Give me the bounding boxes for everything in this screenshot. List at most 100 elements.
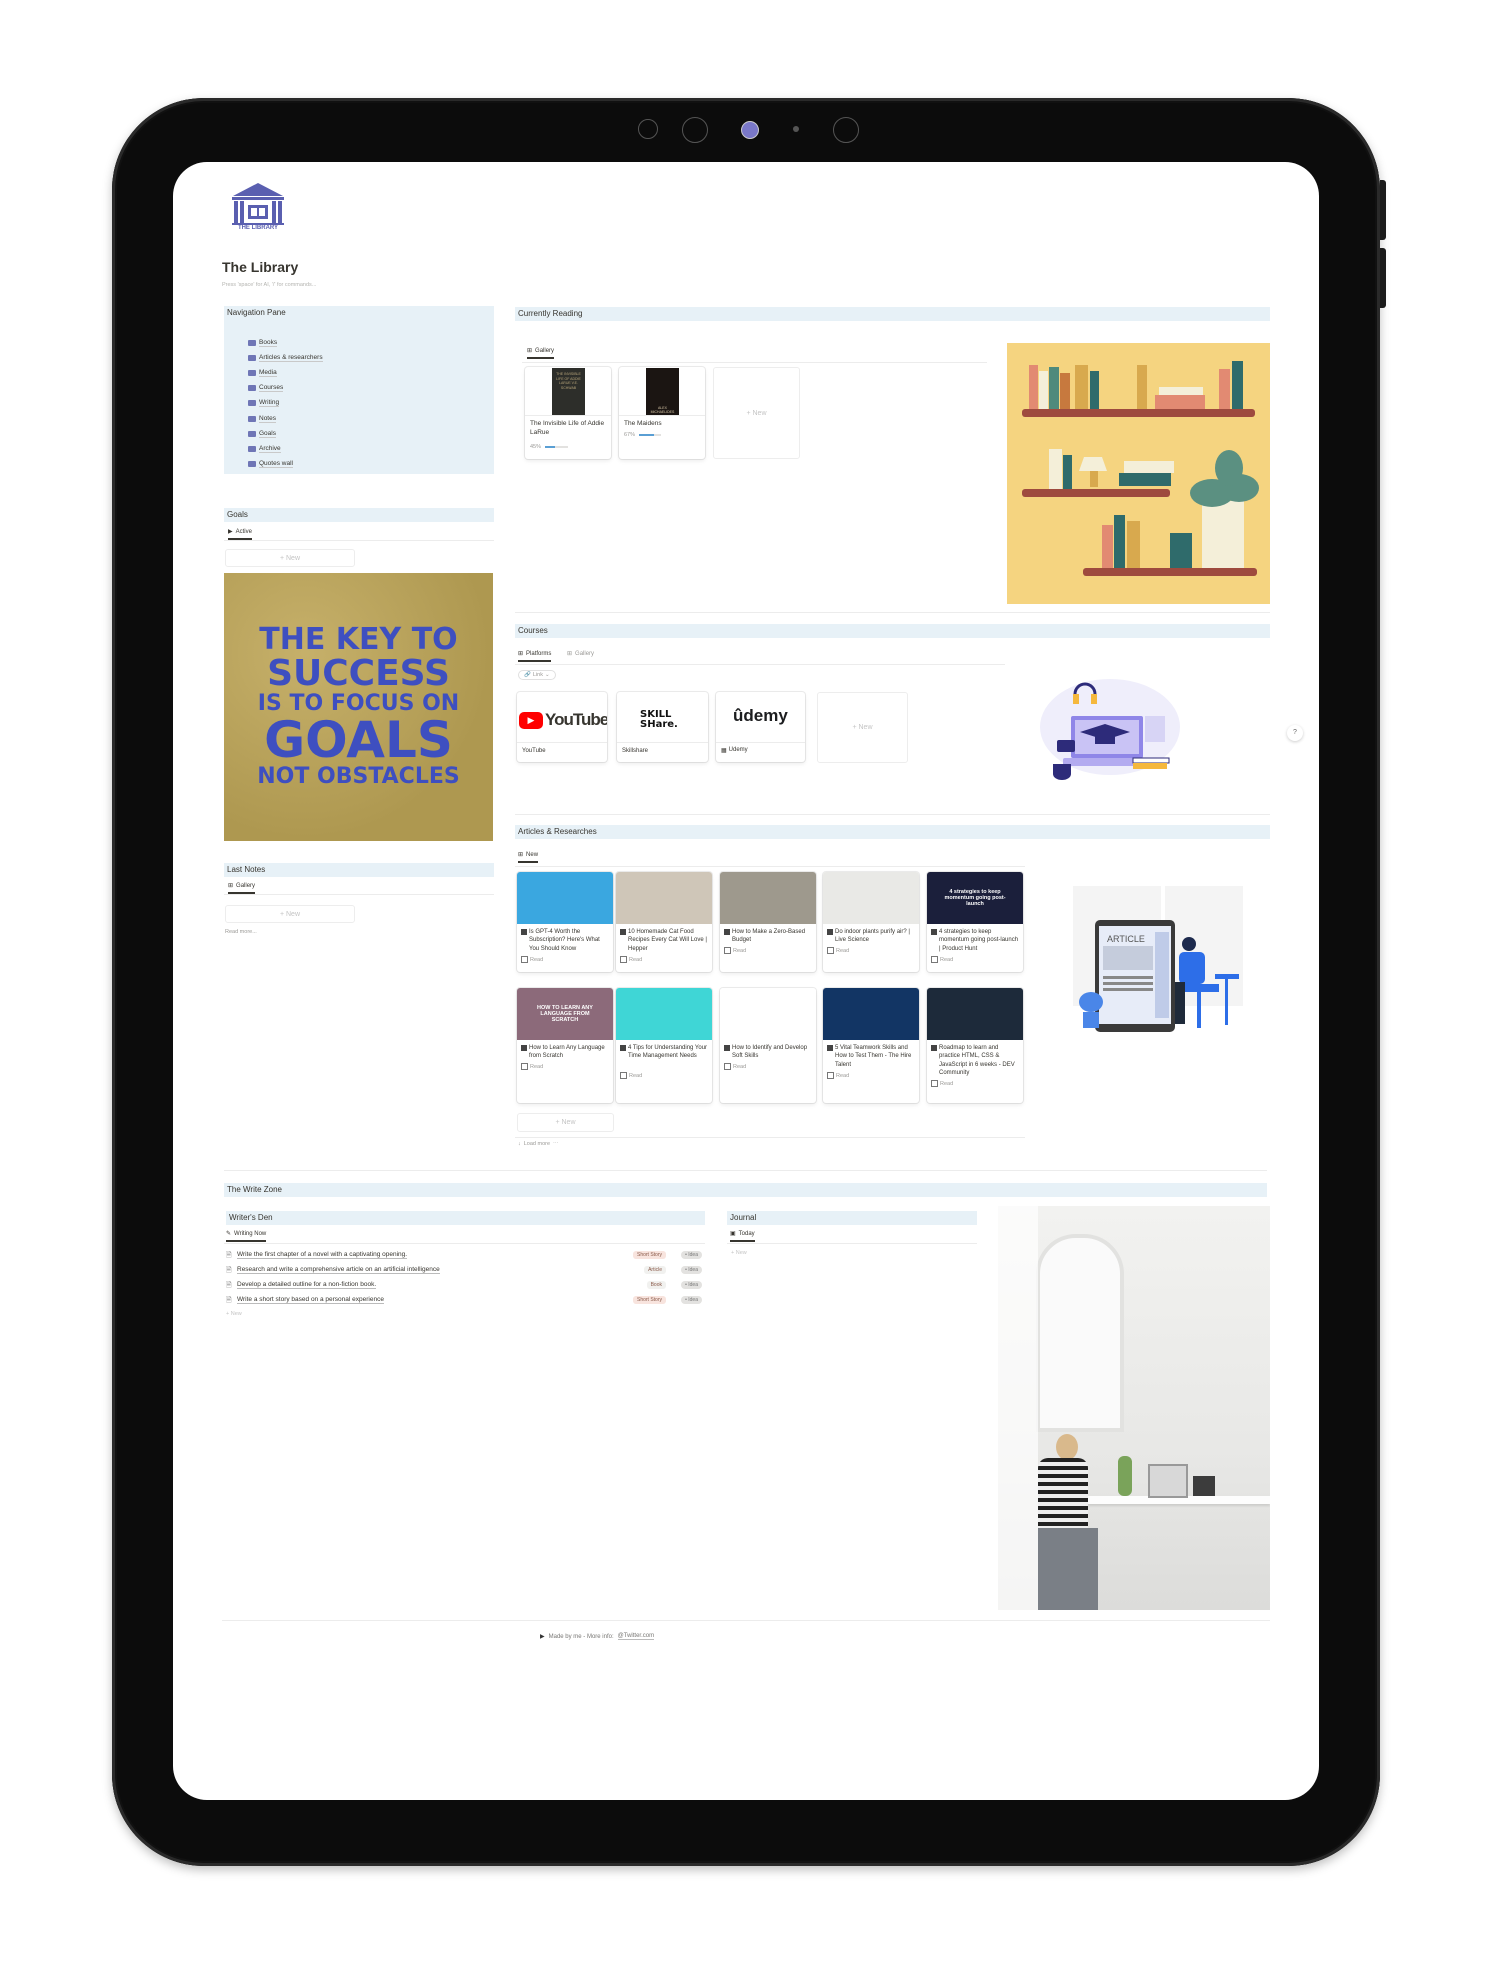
article-card[interactable]: 4 Tips for Understanding Your Time Manag… [616, 988, 712, 1103]
tab-last-notes-gallery[interactable]: ⊞ Gallery [228, 882, 256, 894]
tab-goals-active[interactable]: ▶ Active [228, 528, 252, 540]
play-icon: ▶ [519, 711, 543, 729]
course-card-skillshare[interactable]: SKILL SHare. Skillshare [617, 692, 708, 762]
status-label: Idea [688, 1267, 698, 1273]
volume-up-button [1380, 180, 1386, 240]
row-title[interactable]: Write the first chapter of a novel with … [237, 1251, 408, 1259]
sidebar-item-notes[interactable]: Notes [248, 415, 276, 423]
courses-new-button[interactable]: + New [817, 692, 908, 763]
progress-bar [545, 446, 568, 448]
tab-courses-gallery[interactable]: ⊞ Gallery [567, 650, 594, 662]
tab-articles-new[interactable]: ⊞ New [518, 851, 539, 863]
divider [727, 1243, 977, 1244]
courses-icon [248, 385, 256, 392]
course-card-udemy[interactable]: ûdemy ▦ Udemy [716, 692, 805, 762]
read-checkbox[interactable]: Read [724, 1063, 746, 1070]
nav-item-label: Quotes wall [259, 459, 293, 468]
online-course-illustration [1035, 672, 1185, 782]
checkbox-icon [521, 955, 528, 963]
writers-den-new-button[interactable]: + New [226, 1311, 242, 1317]
articles-new-button[interactable]: + New [517, 1113, 614, 1132]
quote-line: THE KEY TO [259, 622, 458, 658]
arrow-down-icon: ↓ [518, 1141, 521, 1147]
table-row[interactable]: 🗎 Write a short story based on a personal… [226, 1295, 704, 1307]
table-row[interactable]: 🗎 Develop a detailed outline for a non-fi… [226, 1280, 704, 1292]
row-title[interactable]: Research and write a comprehensive artic… [237, 1266, 440, 1274]
sidebar-item-goals[interactable]: Goals [248, 430, 276, 438]
divider [224, 1170, 1267, 1171]
sidebar-item-archive[interactable]: Archive [248, 445, 281, 453]
tab-journal-today[interactable]: ▣ Today [730, 1230, 755, 1242]
link-filter-button[interactable]: 🔗 Link ⌄ [518, 670, 556, 680]
read-checkbox[interactable]: Read [521, 955, 543, 963]
read-checkbox[interactable]: Read [827, 1071, 849, 1079]
favicon-icon [724, 929, 730, 935]
read-checkbox[interactable]: Read [827, 947, 849, 954]
journal-new-button[interactable]: + New [731, 1250, 747, 1256]
article-card[interactable]: Roadmap to learn and practice HTML, CSS … [927, 988, 1023, 1103]
tab-courses-platforms[interactable]: ⊞ Platforms [518, 650, 552, 662]
read-checkbox[interactable]: Read [620, 1071, 642, 1079]
read-checkbox[interactable]: Read [931, 1080, 953, 1087]
articles-header: Articles & Researches [515, 825, 1270, 839]
article-card[interactable]: 5 Vital Teamwork Skills and How to Test … [823, 988, 919, 1103]
article-title: 10 Homemade Cat Food Recipes Every Cat W… [620, 928, 708, 953]
read-more-link[interactable]: Read more... [225, 929, 257, 935]
read-checkbox[interactable]: Read [724, 947, 746, 954]
row-title[interactable]: Develop a detailed outline for a non-fic… [237, 1281, 377, 1289]
article-title-text: How to Make a Zero-Based Budget [732, 929, 806, 944]
tab-currently-reading-gallery[interactable]: ⊞ Gallery [527, 347, 555, 359]
page-title[interactable]: The Library [222, 259, 298, 275]
article-card[interactable]: How to Identify and Develop Soft Skills R… [720, 988, 816, 1103]
read-checkbox[interactable]: Read [521, 1063, 543, 1070]
sidebar-item-articles-researchers[interactable]: Articles & researchers [248, 354, 323, 363]
article-card[interactable]: 10 Homemade Cat Food Recipes Every Cat W… [616, 872, 712, 972]
sidebar-item-books[interactable]: Books [248, 339, 278, 347]
play-icon: ▶ [228, 529, 233, 535]
favicon-icon [521, 1045, 527, 1051]
sidebar-item-courses[interactable]: Courses [248, 384, 284, 393]
light-sensor-icon [793, 126, 799, 132]
goals-new-button[interactable]: + New [225, 549, 355, 567]
sensor-icon [682, 117, 708, 143]
page-placeholder-hint[interactable]: Press 'space' for AI, '/' for commands..… [222, 282, 316, 288]
book-card[interactable]: THE INVISIBLE LIFE OF ADDIE LARUE V.E. S… [525, 367, 611, 459]
sidebar-item-quotes-wall[interactable]: Quotes wall [248, 460, 293, 468]
read-checkbox[interactable]: Read [620, 955, 642, 963]
article-card[interactable]: Is GPT-4 Worth the Subscription? Here's … [517, 872, 613, 972]
more-icon: ⋯ [553, 1141, 559, 1147]
row-title[interactable]: Write a short story based on a personal … [237, 1296, 384, 1304]
article-cover-image [616, 988, 712, 1040]
checkbox-icon [931, 955, 938, 963]
tab-writing-now[interactable]: ✎ Writing Now [226, 1230, 267, 1242]
toggle-arrow-icon[interactable]: ▶ [540, 1633, 545, 1640]
sidebar-item-writing[interactable]: Writing [248, 399, 280, 408]
article-card[interactable]: HOW TO LEARN ANY LANGUAGE FROM SCRATCH Ho… [517, 988, 613, 1103]
logo-text: YouTube [545, 710, 607, 729]
article-card[interactable]: Do indoor plants purify air? | Live Scie… [823, 872, 919, 972]
tab-label: Gallery [575, 650, 595, 657]
gallery-icon: ⊞ [518, 852, 524, 858]
last-notes-new-button[interactable]: + New [225, 905, 355, 923]
logo-text: SKILL SHare. [640, 709, 678, 730]
currently-reading-new-button[interactable]: + New [713, 367, 800, 459]
article-card[interactable]: How to Make a Zero-Based Budget Read [720, 872, 816, 972]
course-card-youtube[interactable]: ▶ YouTube YouTube [517, 692, 607, 762]
load-more-button[interactable]: ↓ Load more ⋯ [518, 1141, 559, 1147]
book-card[interactable]: ALEX MICHAELIDES The Maidens 67% [619, 367, 705, 459]
bookshelf-illustration [1007, 343, 1270, 604]
media-icon [248, 370, 256, 377]
article-title: Do indoor plants purify air? | Live Scie… [827, 928, 915, 945]
table-row[interactable]: 🗎 Write the first chapter of a novel with… [226, 1250, 704, 1262]
read-checkbox[interactable]: Read [931, 955, 953, 963]
divider [617, 742, 708, 743]
sidebar-item-media[interactable]: Media [248, 369, 277, 378]
books-icon [248, 340, 256, 346]
article-card[interactable]: 4 strategies to keep momentum going post… [927, 872, 1023, 972]
table-row[interactable]: 🗎 Research and write a comprehensive arti… [226, 1265, 704, 1277]
filter-label: Link [532, 672, 543, 678]
footer-twitter-link[interactable]: @Twitter.com [617, 1633, 655, 1640]
checkbox-icon [724, 1063, 731, 1070]
divider [515, 814, 1270, 815]
help-button[interactable]: ? [1287, 725, 1303, 741]
